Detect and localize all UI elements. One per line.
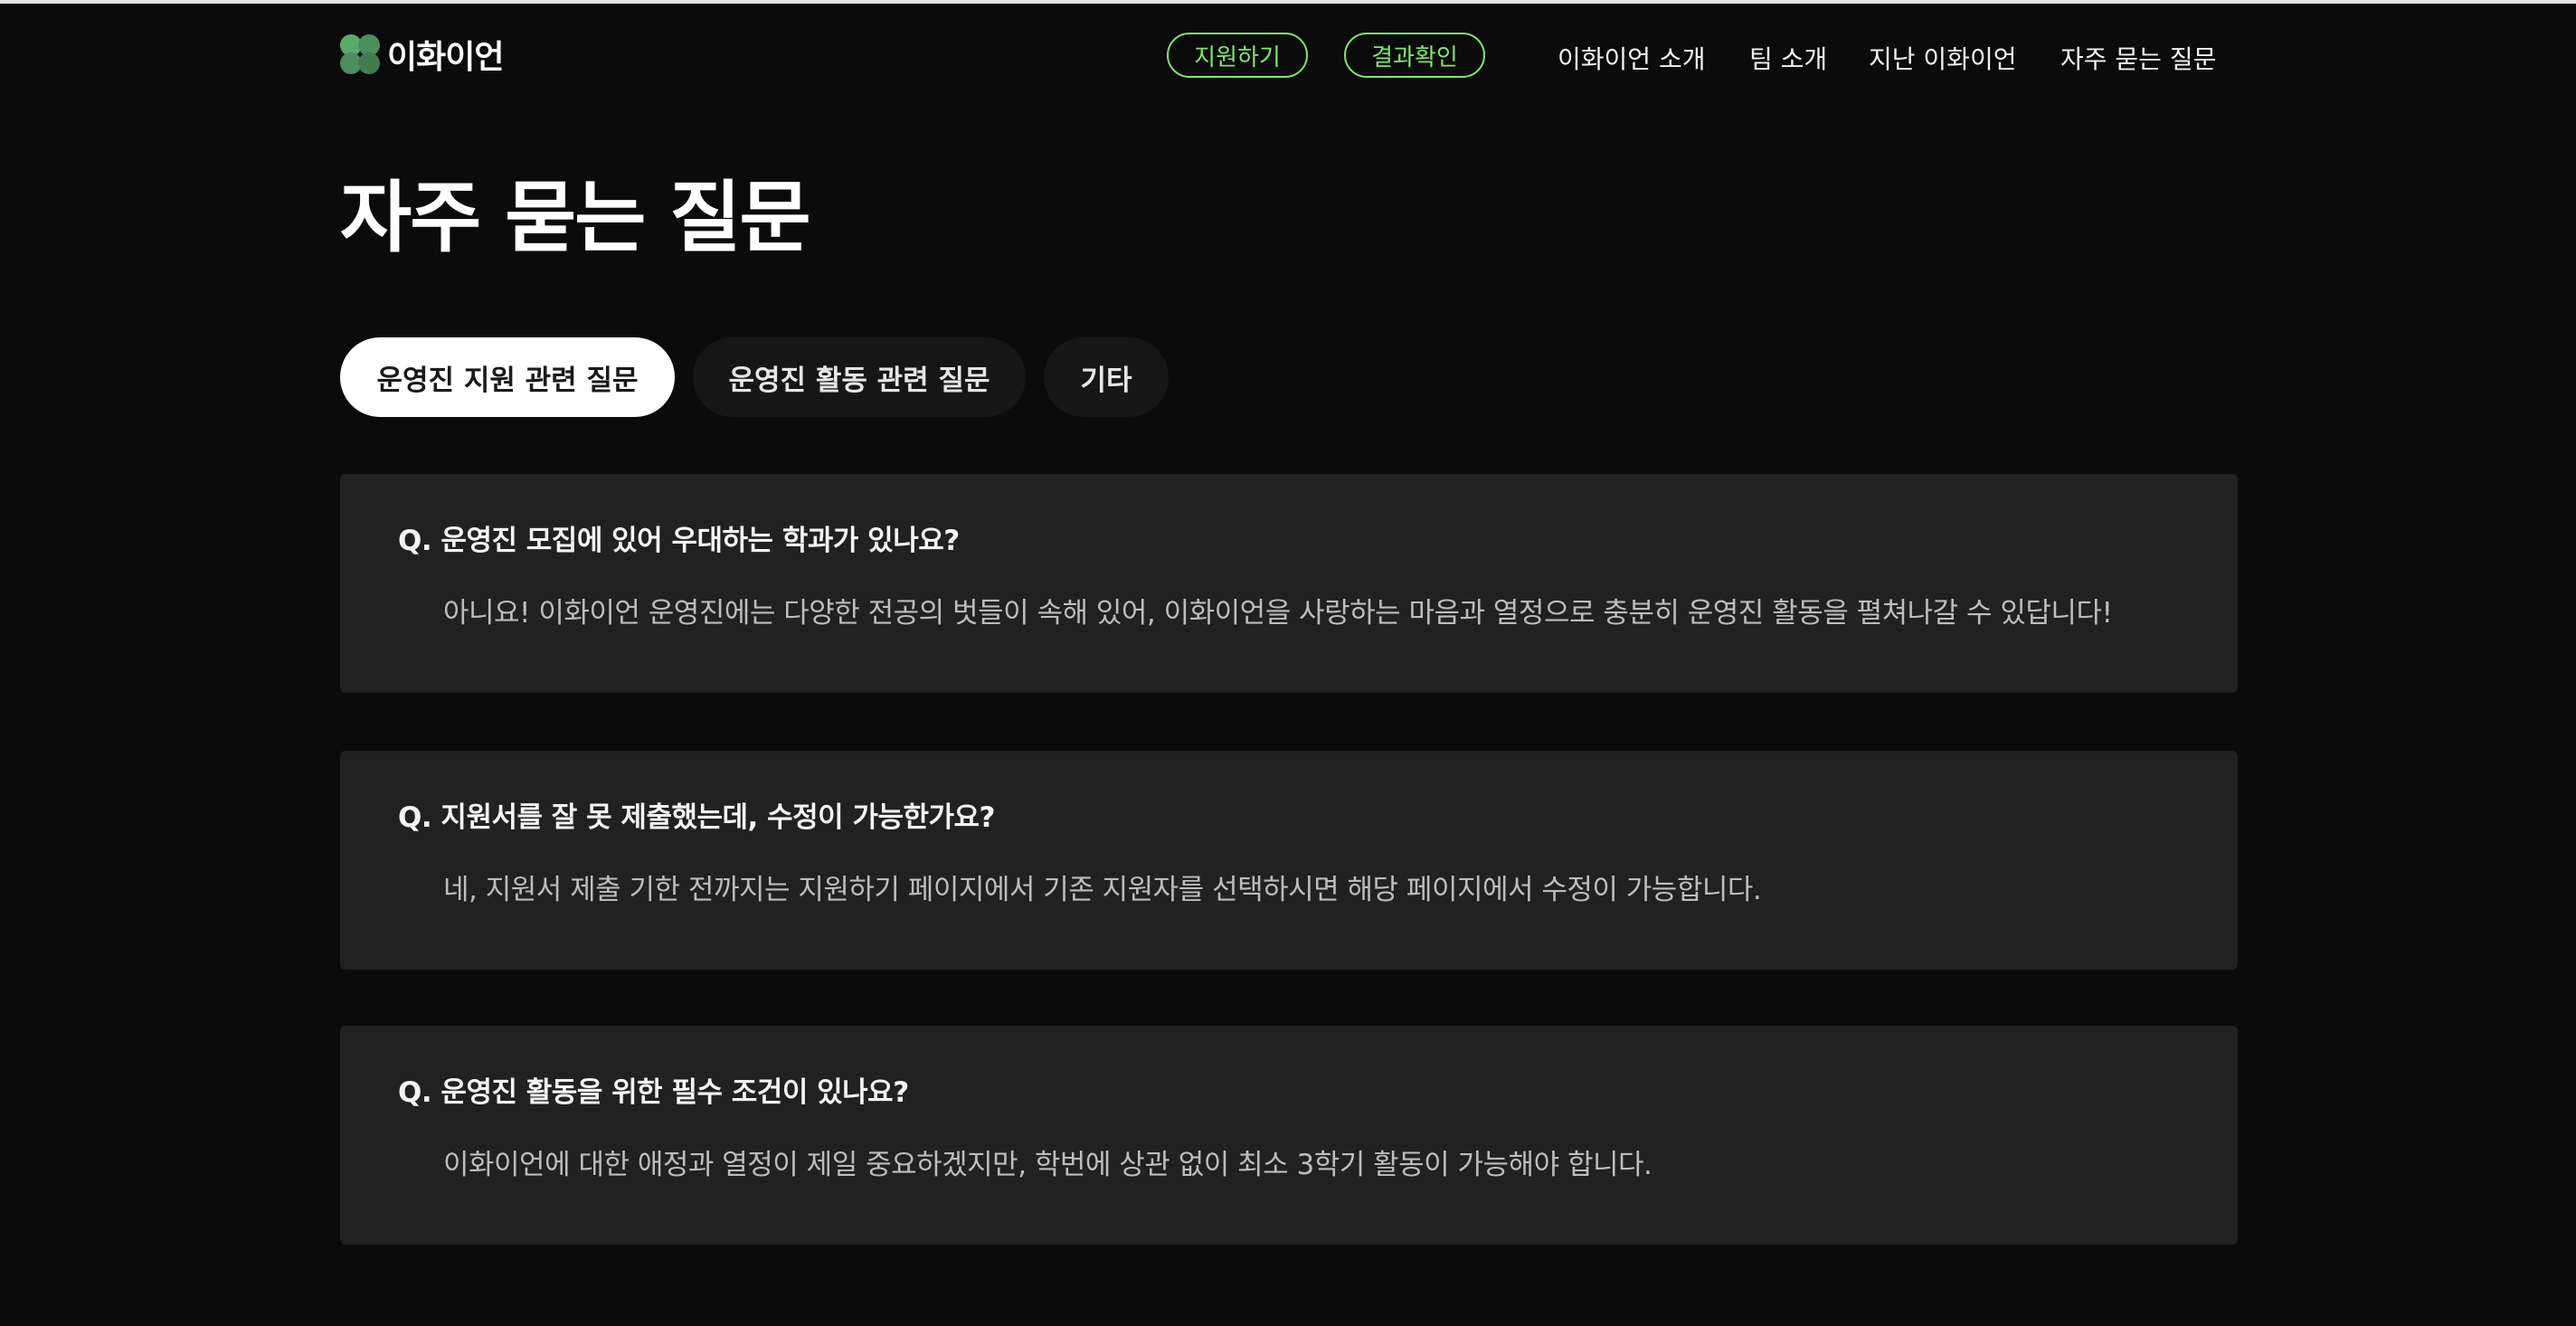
faq-card: Q. 지원서를 잘 못 제출했는데, 수정이 가능한가요? 네, 지원서 제출 … xyxy=(340,751,2238,970)
nav-link-team[interactable]: 팀 소개 xyxy=(1749,40,1827,76)
tab-recruitment-questions[interactable]: 운영진 지원 관련 질문 xyxy=(340,337,675,417)
faq-question: Q. 운영진 모집에 있어 우대하는 학과가 있나요? xyxy=(398,525,960,557)
window-top-edge xyxy=(0,0,2576,4)
faq-answer: 아니요! 이화이언 운영진에는 다양한 전공의 벗들이 속해 있어, 이화이언을… xyxy=(443,597,2113,630)
nav-link-archive[interactable]: 지난 이화이언 xyxy=(1869,40,2016,76)
faq-question: Q. 지원서를 잘 못 제출했는데, 수정이 가능한가요? xyxy=(398,801,996,834)
faq-answer: 이화이언에 대한 애정과 열정이 제일 중요하겠지만, 학번에 상관 없이 최소… xyxy=(443,1149,1653,1181)
tab-other[interactable]: 기타 xyxy=(1044,337,1169,417)
clover-logo-icon xyxy=(340,34,380,74)
faq-card: Q. 운영진 모집에 있어 우대하는 학과가 있나요? 아니요! 이화이언 운영… xyxy=(340,474,2238,693)
nav-link-about[interactable]: 이화이언 소개 xyxy=(1558,40,1705,76)
tab-activity-questions[interactable]: 운영진 활동 관련 질문 xyxy=(693,337,1026,417)
faq-card: Q. 운영진 활동을 위한 필수 조건이 있나요? 이화이언에 대한 애정과 열… xyxy=(340,1026,2238,1245)
apply-button[interactable]: 지원하기 xyxy=(1167,33,1308,78)
site-header: 이화이언 지원하기 결과확인 이화이언 소개 팀 소개 지난 이화이언 자주 묻… xyxy=(340,27,2238,85)
check-result-button[interactable]: 결과확인 xyxy=(1344,33,1485,78)
faq-question: Q. 운영진 활동을 위한 필수 조건이 있나요? xyxy=(398,1076,909,1109)
page-title: 자주 묻는 질문 xyxy=(340,173,811,263)
logo-text: 이화이언 xyxy=(387,39,504,76)
faq-answer: 네, 지원서 제출 기한 전까지는 지원하기 페이지에서 기존 지원자를 선택하… xyxy=(443,874,1762,906)
site-logo[interactable]: 이화이언 xyxy=(340,33,504,76)
nav-link-faq[interactable]: 자주 묻는 질문 xyxy=(2060,40,2216,76)
